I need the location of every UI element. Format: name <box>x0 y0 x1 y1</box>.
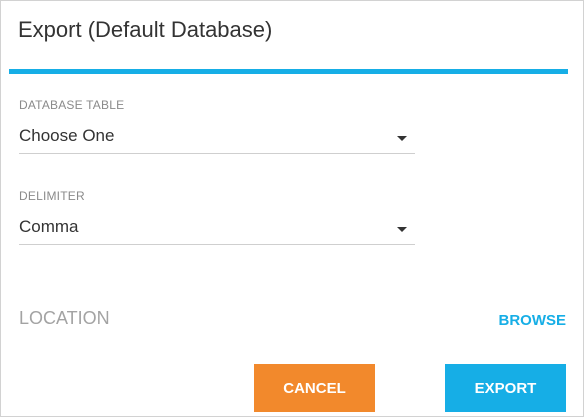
delimiter-select[interactable]: Comma <box>19 214 415 245</box>
export-button[interactable]: EXPORT <box>445 364 566 412</box>
delimiter-label: DELIMITER <box>19 189 85 203</box>
caret-down-icon <box>397 136 407 141</box>
title-divider <box>9 69 568 74</box>
export-dialog: Export (Default Database) DATABASE TABLE… <box>0 0 584 417</box>
delimiter-value: Comma <box>19 217 79 236</box>
database-table-value: Choose One <box>19 126 115 145</box>
cancel-button[interactable]: CANCEL <box>254 364 375 412</box>
location-label: LOCATION <box>19 308 110 328</box>
database-table-label: DATABASE TABLE <box>19 98 125 112</box>
dialog-title: Export (Default Database) <box>18 17 273 42</box>
caret-down-icon <box>397 227 407 232</box>
browse-button[interactable]: BROWSE <box>499 312 567 329</box>
database-table-select[interactable]: Choose One <box>19 123 415 154</box>
